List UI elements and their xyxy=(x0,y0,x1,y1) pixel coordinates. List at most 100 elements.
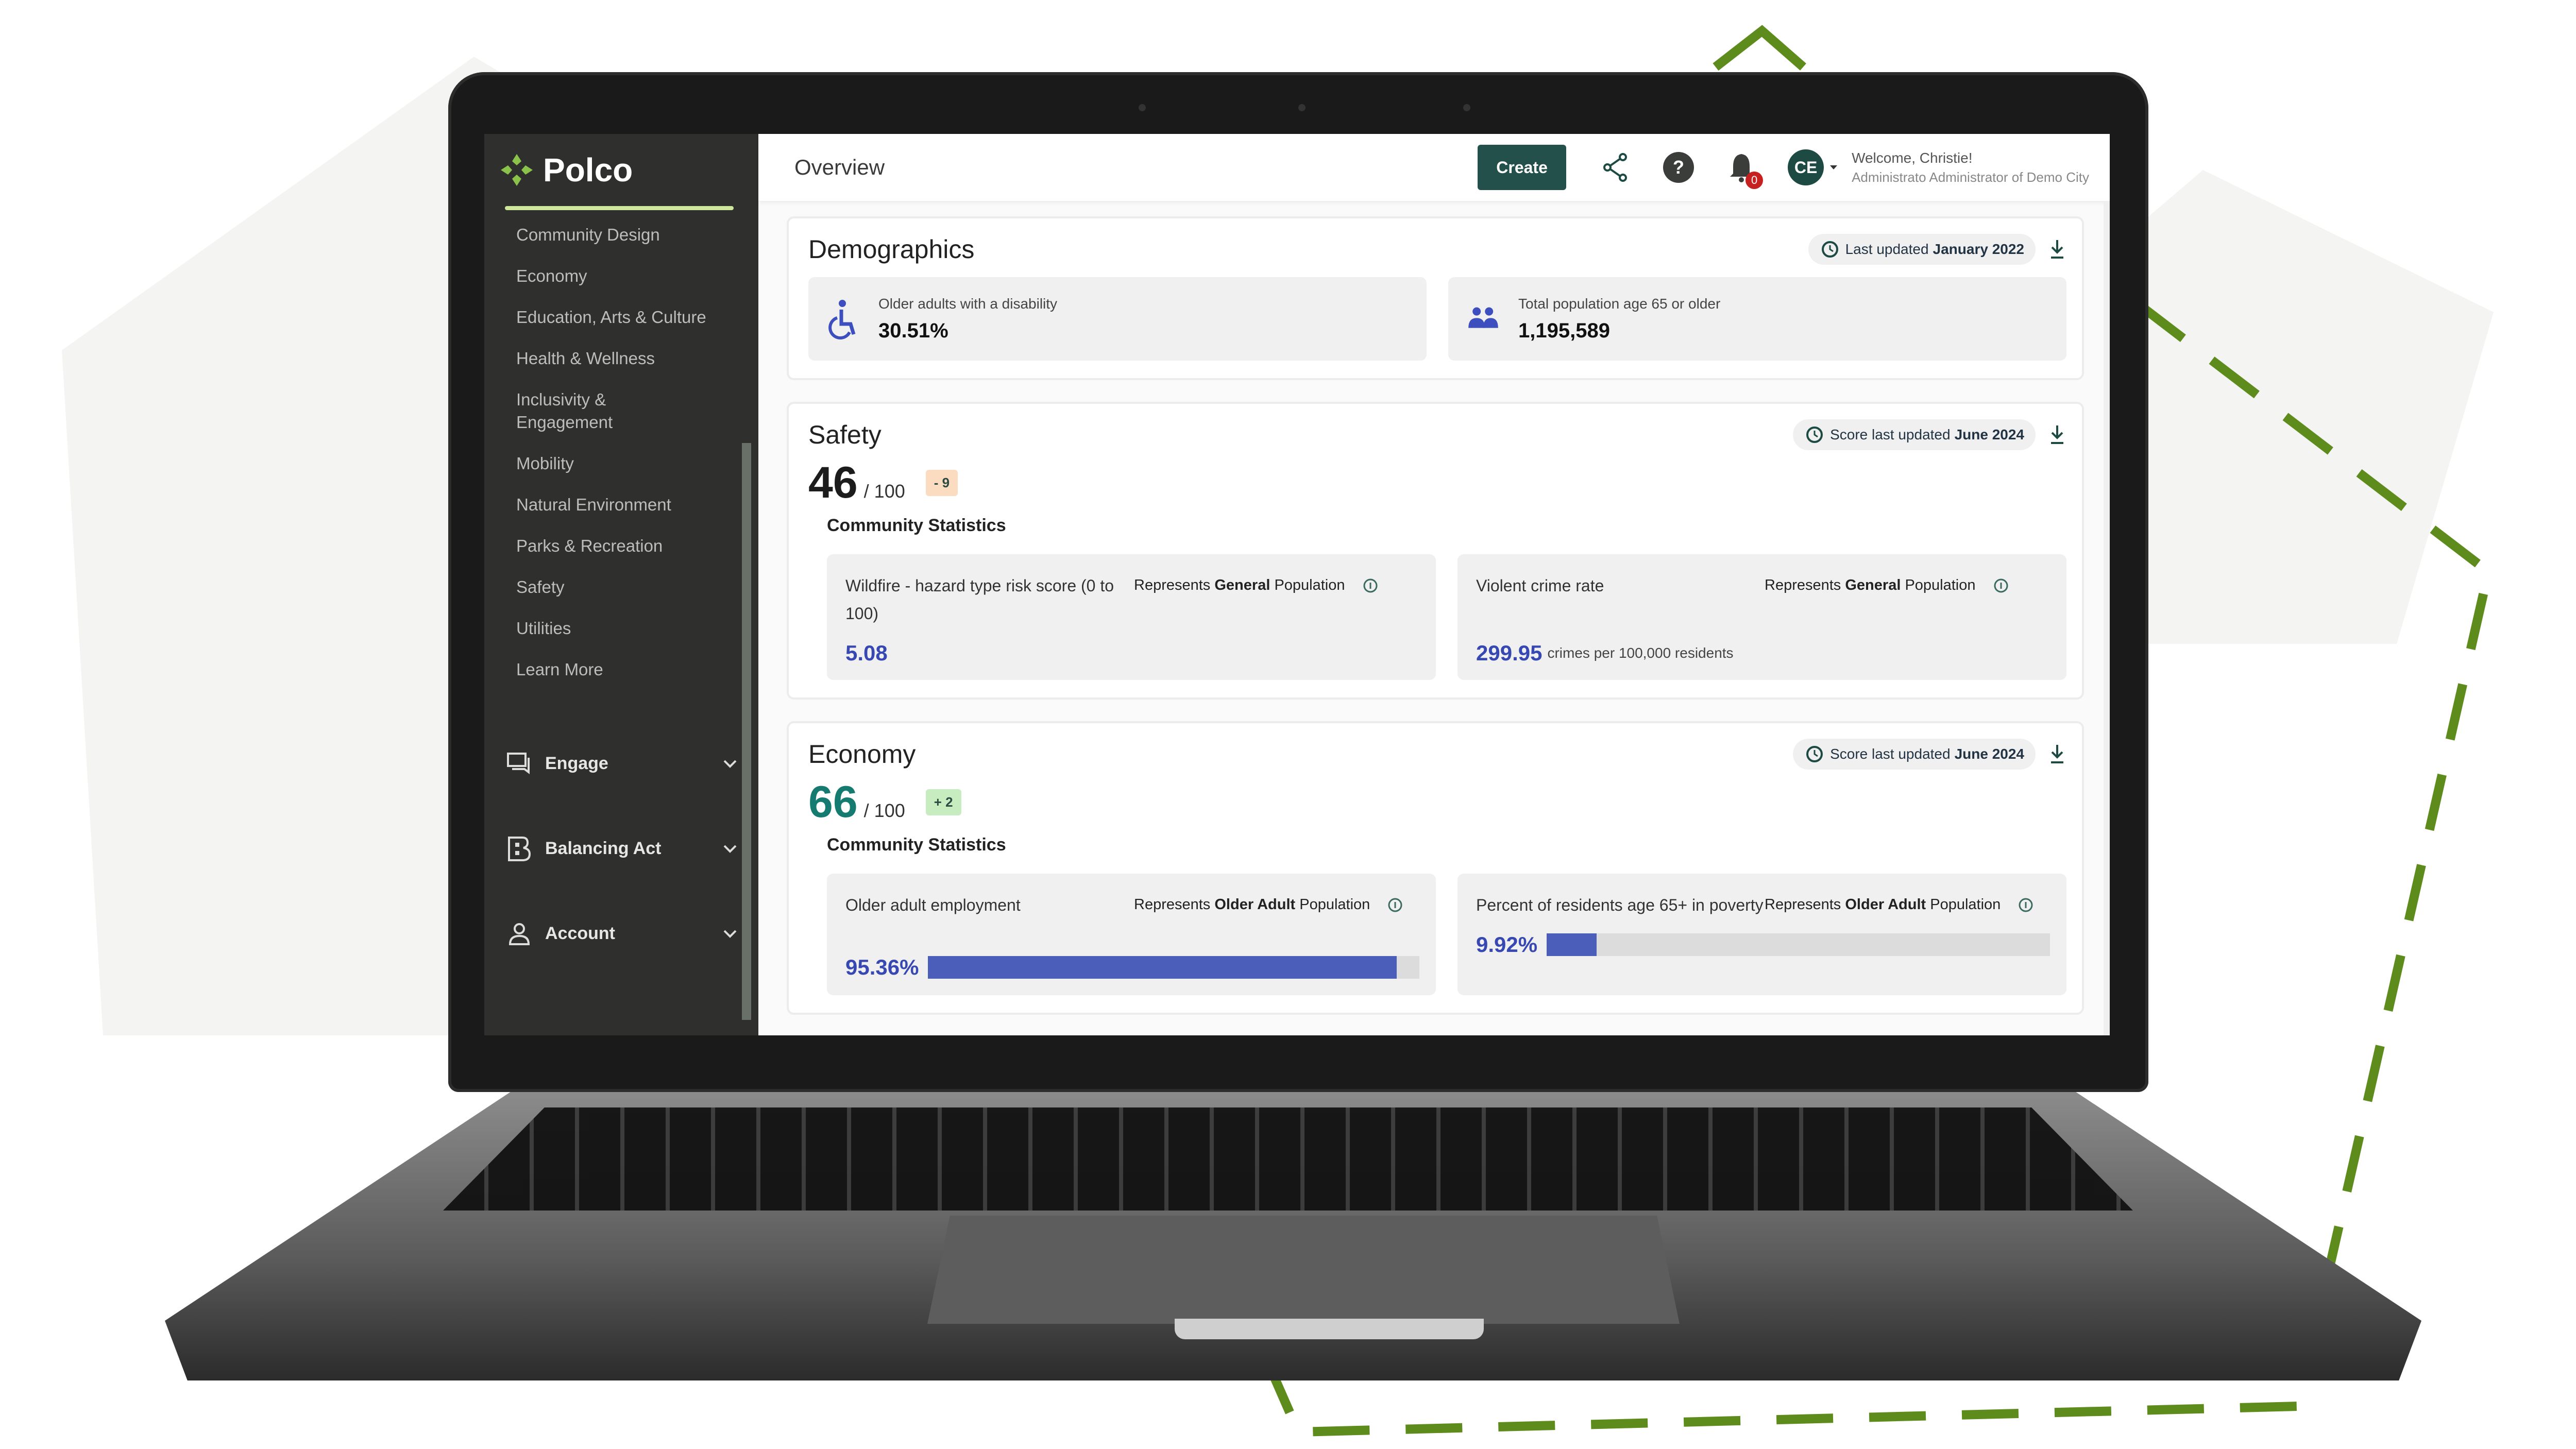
svg-text:?: ? xyxy=(1673,157,1684,178)
wheelchair-icon xyxy=(828,300,856,339)
chevron-down-icon xyxy=(723,760,737,768)
represents-suffix: Population xyxy=(1930,896,2001,913)
share-icon[interactable] xyxy=(1599,151,1632,184)
represents-prefix: Represents xyxy=(1134,577,1211,593)
represents-group: General xyxy=(1214,577,1270,593)
sidebar-item-inclusivity[interactable]: Inclusivity & Engagement xyxy=(484,379,640,443)
statistic-label: Wildfire - hazard type risk score (0 to … xyxy=(845,576,1114,623)
camera-dot xyxy=(1139,104,1146,111)
community-statistics-heading: Community Statistics xyxy=(827,835,1006,855)
last-updated-badge: Last updated January 2022 xyxy=(1808,234,2036,265)
info-icon[interactable] xyxy=(1387,897,1403,913)
sidebar-group-label: Balancing Act xyxy=(545,839,662,858)
download-icon[interactable] xyxy=(2048,423,2066,446)
updated-date: June 2024 xyxy=(1954,427,2024,442)
sidebar-group-balancing-act[interactable]: Balancing Act xyxy=(484,806,758,891)
camera-dot xyxy=(1463,104,1470,111)
sidebar-scrollbar[interactable] xyxy=(742,443,751,1020)
help-icon[interactable]: ? xyxy=(1662,151,1695,184)
history-icon xyxy=(1806,427,1823,443)
sidebar-item-parks[interactable]: Parks & Recreation xyxy=(484,525,758,567)
notifications-button[interactable]: 0 xyxy=(1725,151,1764,189)
sidebar-item-economy[interactable]: Economy xyxy=(484,255,758,297)
demographic-value: 1,195,589 xyxy=(1518,319,1610,342)
sidebar-menu: Community Design Economy Education, Arts… xyxy=(484,210,758,690)
score-value: 46 xyxy=(808,458,858,507)
demographic-label: Older adults with a disability xyxy=(878,295,1058,312)
represents-group: General xyxy=(1845,577,1901,593)
section-title: Demographics xyxy=(808,235,975,264)
main-panel: Overview Create ? 0 CE Welcome, Christie… xyxy=(758,134,2110,1035)
sidebar-group-account[interactable]: Account xyxy=(484,891,758,976)
economy-section: Economy Score last updated June 2024 66 … xyxy=(787,721,2084,1015)
represents-suffix: Population xyxy=(1905,577,1976,593)
represents-prefix: Represents xyxy=(1765,577,1841,593)
statistic-label: Older adult employment xyxy=(845,896,1021,914)
laptop-trackpad xyxy=(927,1216,1680,1324)
sidebar-item-community-design[interactable]: Community Design xyxy=(484,214,758,255)
demographic-value: 30.51% xyxy=(878,319,948,342)
sidebar: Polco Community Design Economy Education… xyxy=(484,134,758,1035)
chat-icon xyxy=(507,752,530,774)
notification-count-badge: 0 xyxy=(1745,172,1764,189)
chevron-down-icon xyxy=(723,930,737,938)
info-icon[interactable] xyxy=(1993,578,2009,593)
represents-prefix: Represents xyxy=(1134,896,1211,913)
sidebar-item-safety[interactable]: Safety xyxy=(484,567,758,608)
score-updated-badge: Score last updated June 2024 xyxy=(1793,739,2036,770)
score-delta-badge: + 2 xyxy=(925,789,961,815)
sidebar-group-label: Account xyxy=(545,924,615,943)
sidebar-item-health[interactable]: Health & Wellness xyxy=(484,338,758,379)
represents-suffix: Population xyxy=(1299,896,1370,913)
score-delta-badge: - 9 xyxy=(925,470,958,496)
user-avatar[interactable]: CE xyxy=(1788,149,1824,185)
sidebar-item-mobility[interactable]: Mobility xyxy=(484,443,758,484)
caret-down-icon[interactable] xyxy=(1829,164,1838,171)
updated-date: January 2022 xyxy=(1933,241,2024,257)
represents-label: Represents General Population xyxy=(1765,577,1976,594)
create-button[interactable]: Create xyxy=(1478,145,1567,190)
demographic-card: Total population age 65 or older 1,195,5… xyxy=(1448,277,2066,361)
welcome-block: Welcome, Christie! Administrato Administ… xyxy=(1852,150,2089,185)
statistic-label: Violent crime rate xyxy=(1476,576,1604,595)
sidebar-item-utilities[interactable]: Utilities xyxy=(484,608,758,649)
score-max: / 100 xyxy=(863,800,905,821)
download-icon[interactable] xyxy=(2048,743,2066,765)
represents-prefix: Represents xyxy=(1765,896,1841,913)
sidebar-item-learn-more[interactable]: Learn More xyxy=(484,649,758,690)
represents-label: Represents Older Adult Population xyxy=(1765,896,2001,913)
score-updated-badge: Score last updated June 2024 xyxy=(1793,419,2036,450)
updated-prefix: Score last updated xyxy=(1830,427,1951,442)
brand-underline xyxy=(505,206,734,210)
people-icon xyxy=(1468,307,1498,328)
laptop-keyboard xyxy=(443,1107,2133,1211)
updated-prefix: Score last updated xyxy=(1830,746,1951,762)
statistic-card: Percent of residents age 65+ in poverty … xyxy=(1458,874,2066,995)
statistic-card: Violent crime rate Represents General Po… xyxy=(1458,554,2066,680)
sidebar-item-education[interactable]: Education, Arts & Culture xyxy=(484,297,758,338)
polco-logo-icon xyxy=(501,154,533,186)
user-icon xyxy=(509,923,530,945)
statistic-label: Percent of residents age 65+ in poverty xyxy=(1476,896,1764,914)
score-max: / 100 xyxy=(863,481,905,502)
represents-group: Older Adult xyxy=(1845,896,1926,913)
history-icon xyxy=(1821,241,1838,258)
sidebar-group-engage[interactable]: Engage xyxy=(484,721,758,806)
download-icon[interactable] xyxy=(2048,238,2066,261)
welcome-text: Welcome, Christie! xyxy=(1852,149,1973,166)
section-title: Safety xyxy=(808,420,882,449)
represents-suffix: Population xyxy=(1274,577,1345,593)
statistic-value: 9.92% xyxy=(1476,932,1538,957)
brand-logo[interactable]: Polco xyxy=(484,134,758,206)
info-icon[interactable] xyxy=(2018,897,2033,913)
sidebar-group-label: Engage xyxy=(545,754,608,773)
info-icon[interactable] xyxy=(1363,578,1378,593)
community-statistics-heading: Community Statistics xyxy=(827,516,1006,535)
sidebar-item-natural-environment[interactable]: Natural Environment xyxy=(484,484,758,525)
main-scrollbar[interactable] xyxy=(2104,201,2110,1035)
user-role: Administrato Administrator of Demo City xyxy=(1852,169,2089,185)
demographics-section: Demographics Last updated January 2022 O… xyxy=(787,216,2084,380)
chevron-down-icon xyxy=(723,845,737,853)
content-area: Demographics Last updated January 2022 O… xyxy=(758,201,2110,1015)
section-title: Economy xyxy=(808,740,916,769)
